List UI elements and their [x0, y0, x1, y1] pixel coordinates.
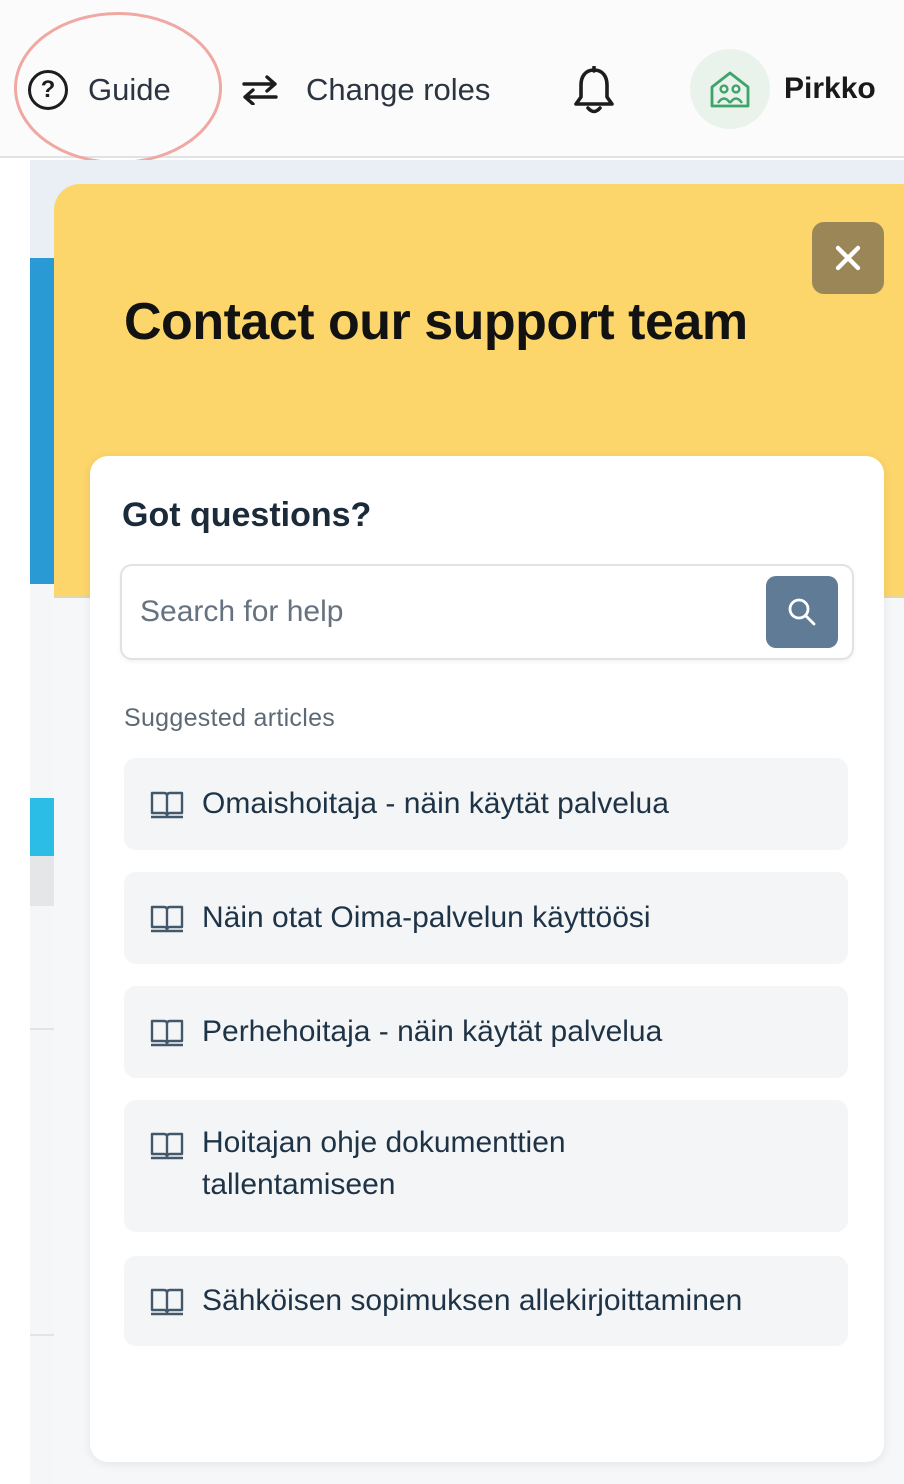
- help-card: Got questions? Suggested articles Omaish…: [90, 456, 884, 1462]
- guide-label: Guide: [88, 72, 171, 107]
- article-link[interactable]: Hoitajan ohje dokumenttien tallentamisee…: [124, 1100, 848, 1232]
- article-link[interactable]: Omaishoitaja - näin käytät palvelua: [124, 758, 848, 850]
- search-input[interactable]: [140, 576, 750, 648]
- house-people-icon: [710, 71, 750, 108]
- top-bar: ? Guide Change roles Pirkko: [0, 0, 904, 164]
- background-gray-block: [30, 856, 56, 906]
- avatar: [690, 49, 770, 129]
- article-label: Sähköisen sopimuksen allekirjoittaminen: [202, 1284, 743, 1317]
- book-icon: [150, 1019, 184, 1047]
- article-label: Näin otat Oima-palvelun käyttöösi: [202, 901, 651, 934]
- article-label: Omaishoitaja - näin käytät palvelua: [202, 787, 669, 820]
- user-name: Pirkko: [784, 72, 876, 105]
- support-panel-title: Contact our support team: [124, 293, 748, 351]
- search-icon: [788, 598, 816, 626]
- book-icon: [150, 791, 184, 819]
- background-divider: [30, 1334, 56, 1336]
- article-link[interactable]: Sähköisen sopimuksen allekirjoittaminen: [124, 1256, 848, 1346]
- book-icon: [150, 1288, 184, 1316]
- article-link[interactable]: Perhehoitaja - näin käytät palvelua: [124, 986, 848, 1078]
- background-blue-block: [30, 258, 56, 584]
- change-roles-label: Change roles: [306, 72, 491, 107]
- close-icon: [835, 245, 861, 271]
- card-title: Got questions?: [122, 496, 372, 534]
- support-panel: Contact our support team Got questions? …: [54, 184, 904, 1484]
- page: ? Guide Change roles Pirkko Contact our …: [0, 0, 904, 1484]
- notifications-button[interactable]: [572, 66, 616, 116]
- user-menu[interactable]: Pirkko: [690, 48, 876, 130]
- article-label: Perhehoitaja - näin käytät palvelua: [202, 1015, 663, 1048]
- background-cyan-block: [30, 798, 56, 856]
- suggested-articles-label: Suggested articles: [124, 704, 336, 732]
- article-label: Hoitajan ohje dokumenttien tallentamisee…: [202, 1126, 566, 1201]
- swap-arrows-icon: [242, 75, 278, 105]
- article-link[interactable]: Näin otat Oima-palvelun käyttöösi: [124, 872, 848, 964]
- change-roles-button[interactable]: Change roles: [238, 58, 490, 122]
- guide-button[interactable]: ? Guide: [28, 58, 171, 122]
- search-box: [120, 564, 854, 660]
- close-button[interactable]: [812, 222, 884, 294]
- background-divider: [30, 1028, 56, 1030]
- book-icon: [150, 905, 184, 933]
- bell-icon: [574, 66, 614, 114]
- search-button[interactable]: [766, 576, 838, 648]
- book-icon: [150, 1132, 184, 1160]
- question-circle-icon: ?: [28, 70, 68, 110]
